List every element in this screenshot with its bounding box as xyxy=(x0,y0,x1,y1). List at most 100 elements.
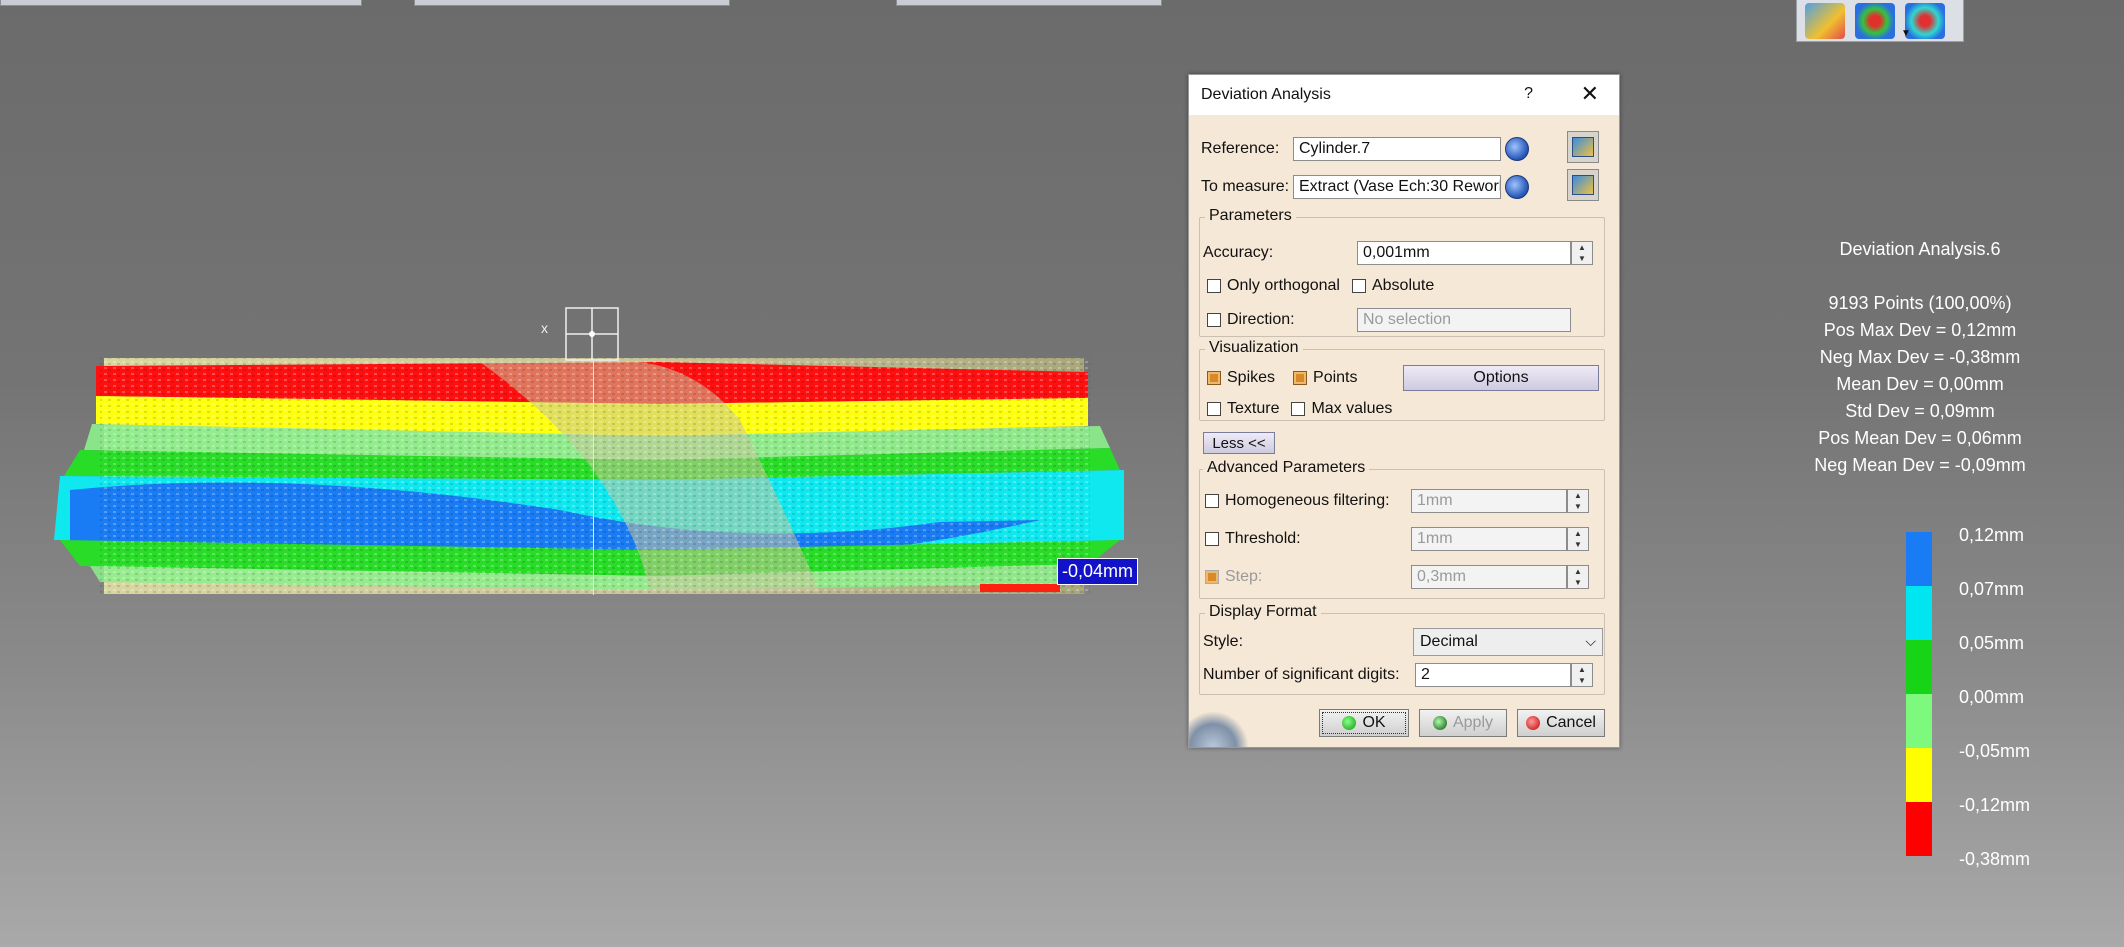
only-orthogonal-label: Only orthogonal xyxy=(1227,277,1340,294)
spin-up-icon: ▲ xyxy=(1578,242,1586,252)
texture-label: Texture xyxy=(1227,400,1280,417)
deviation-value-label[interactable]: -0,04mm xyxy=(1057,558,1139,585)
point-cloud-texture xyxy=(100,358,1090,594)
surface-analysis-icon[interactable] xyxy=(1905,2,1945,39)
reference-field[interactable]: Cylinder.7 xyxy=(1293,137,1501,161)
color-scale-label: 0,12mm xyxy=(1959,525,2025,545)
to-measure-label: To measure: xyxy=(1201,178,1290,195)
neg-max-dev: Neg Max Dev = -0,38mm xyxy=(1819,347,2021,367)
spikes-checkbox[interactable] xyxy=(1207,371,1221,385)
chevron-down-icon: ⌵ xyxy=(1585,633,1596,649)
to-measure-options-button[interactable] xyxy=(1567,169,1599,201)
to-measure-select-icon[interactable] xyxy=(1505,175,1529,199)
step-checkbox[interactable] xyxy=(1205,570,1219,584)
threshold-spinner[interactable]: ▲ ▼ xyxy=(1567,527,1589,551)
color-scale-swatch xyxy=(1906,802,1932,856)
max-values-checkbox[interactable] xyxy=(1291,402,1306,416)
dialog-corner-decoration xyxy=(1189,711,1249,747)
pos-mean-dev: Pos Mean Dev = 0,06mm xyxy=(1818,428,2022,448)
ok-status-icon xyxy=(1342,716,1357,730)
spin-down-icon: ▼ xyxy=(1578,253,1586,263)
spin-down-icon: ▼ xyxy=(1574,539,1582,549)
dropdown-arrow-icon[interactable]: ▼ xyxy=(1901,28,1911,39)
dialog-titlebar[interactable]: Deviation Analysis ? ✕ xyxy=(1189,75,1619,115)
direction-label: Direction: xyxy=(1227,311,1295,328)
spin-up-icon: ▲ xyxy=(1574,528,1582,538)
color-scale-swatch xyxy=(1906,586,1932,640)
only-orthogonal-checkbox[interactable] xyxy=(1207,279,1221,293)
spin-up-icon: ▲ xyxy=(1574,490,1582,500)
accuracy-spinner[interactable]: ▲ ▼ xyxy=(1571,241,1593,265)
less-button[interactable]: Less << xyxy=(1203,432,1275,454)
compass-icon[interactable] xyxy=(565,307,619,361)
max-values-label: Max values xyxy=(1311,400,1393,417)
threshold-checkbox[interactable] xyxy=(1205,532,1219,546)
close-button[interactable]: ✕ xyxy=(1581,81,1599,107)
deviation-analysis-icon[interactable] xyxy=(1805,2,1845,39)
texture-checkbox[interactable] xyxy=(1207,402,1221,416)
direction-field[interactable]: No selection xyxy=(1357,308,1571,332)
apply-button[interactable]: Apply xyxy=(1419,709,1507,737)
cancel-button[interactable]: Cancel xyxy=(1517,709,1605,737)
analysis-title: Deviation Analysis.6 xyxy=(1839,239,2001,259)
spin-down-icon: ▼ xyxy=(1578,675,1586,685)
color-scale-label: 0,07mm xyxy=(1959,579,2025,599)
apply-label: Apply xyxy=(1452,714,1494,731)
advanced-parameters-title: Advanced Parameters xyxy=(1203,459,1370,477)
homogeneous-field[interactable]: 1mm xyxy=(1411,489,1567,513)
spin-down-icon: ▼ xyxy=(1574,501,1582,511)
std-dev: Std Dev = 0,09mm xyxy=(1845,401,1995,421)
reference-options-icon xyxy=(1572,137,1594,157)
threshold-field[interactable]: 1mm xyxy=(1411,527,1567,551)
absolute-label: Absolute xyxy=(1371,277,1435,294)
reference-select-icon[interactable] xyxy=(1505,137,1529,161)
accuracy-field[interactable]: 0,001mm xyxy=(1357,241,1571,265)
analysis-toolbar: ▼ xyxy=(1796,0,1964,42)
homogeneous-checkbox[interactable] xyxy=(1205,494,1219,508)
help-button[interactable]: ? xyxy=(1524,85,1533,103)
red-spike-cluster xyxy=(980,584,1060,592)
style-value: Decimal xyxy=(1420,633,1478,650)
style-select[interactable]: Decimal ⌵ xyxy=(1413,628,1603,656)
cursor-line xyxy=(593,360,594,595)
spin-down-icon: ▼ xyxy=(1574,577,1582,587)
color-scale-label: 0,00mm xyxy=(1959,687,2025,707)
color-scale-swatch xyxy=(1906,748,1932,802)
homogeneous-spinner[interactable]: ▲ ▼ xyxy=(1567,489,1589,513)
reference-label: Reference: xyxy=(1201,140,1280,157)
toolbar-stub-middle xyxy=(414,0,730,6)
step-field[interactable]: 0,3mm xyxy=(1411,565,1567,589)
digits-field[interactable]: 2 xyxy=(1415,663,1571,687)
homogeneous-label: Homogeneous filtering: xyxy=(1225,492,1390,509)
to-measure-options-icon xyxy=(1572,175,1594,195)
options-button[interactable]: Options xyxy=(1403,365,1599,391)
color-scale-swatch xyxy=(1906,694,1932,748)
points-count: 9193 Points (100,00%) xyxy=(1828,293,2012,313)
step-spinner[interactable]: ▲ ▼ xyxy=(1567,565,1589,589)
points-checkbox[interactable] xyxy=(1293,371,1308,385)
digits-label: Number of significant digits: xyxy=(1203,666,1400,683)
spikes-label: Spikes xyxy=(1227,369,1276,386)
ok-label: OK xyxy=(1362,714,1386,731)
color-scale-swatch xyxy=(1906,640,1932,694)
curvature-analysis-icon[interactable] xyxy=(1855,2,1895,39)
absolute-checkbox[interactable] xyxy=(1351,279,1366,293)
step-label: Step: xyxy=(1225,568,1263,585)
color-scale-bar[interactable] xyxy=(1906,532,1932,856)
axis-label: x xyxy=(541,320,548,336)
threshold-label: Threshold: xyxy=(1225,530,1301,547)
color-scale-label: -0,05mm xyxy=(1959,741,2031,761)
spin-up-icon: ▲ xyxy=(1578,664,1586,674)
direction-checkbox[interactable] xyxy=(1207,313,1221,327)
visualization-title: Visualization xyxy=(1205,339,1303,357)
to-measure-field[interactable]: Extract (Vase Ech:30 Rework xyxy=(1293,175,1501,199)
digits-spinner[interactable]: ▲ ▼ xyxy=(1571,663,1593,687)
color-scale-swatch xyxy=(1906,532,1932,586)
toolbar-stub-right xyxy=(896,0,1162,6)
color-scale-label: -0,38mm xyxy=(1959,849,2031,869)
neg-mean-dev: Neg Mean Dev = -0,09mm xyxy=(1814,455,2026,475)
reference-options-button[interactable] xyxy=(1567,131,1599,163)
ok-button[interactable]: OK xyxy=(1319,709,1409,737)
display-format-title: Display Format xyxy=(1205,603,1321,621)
